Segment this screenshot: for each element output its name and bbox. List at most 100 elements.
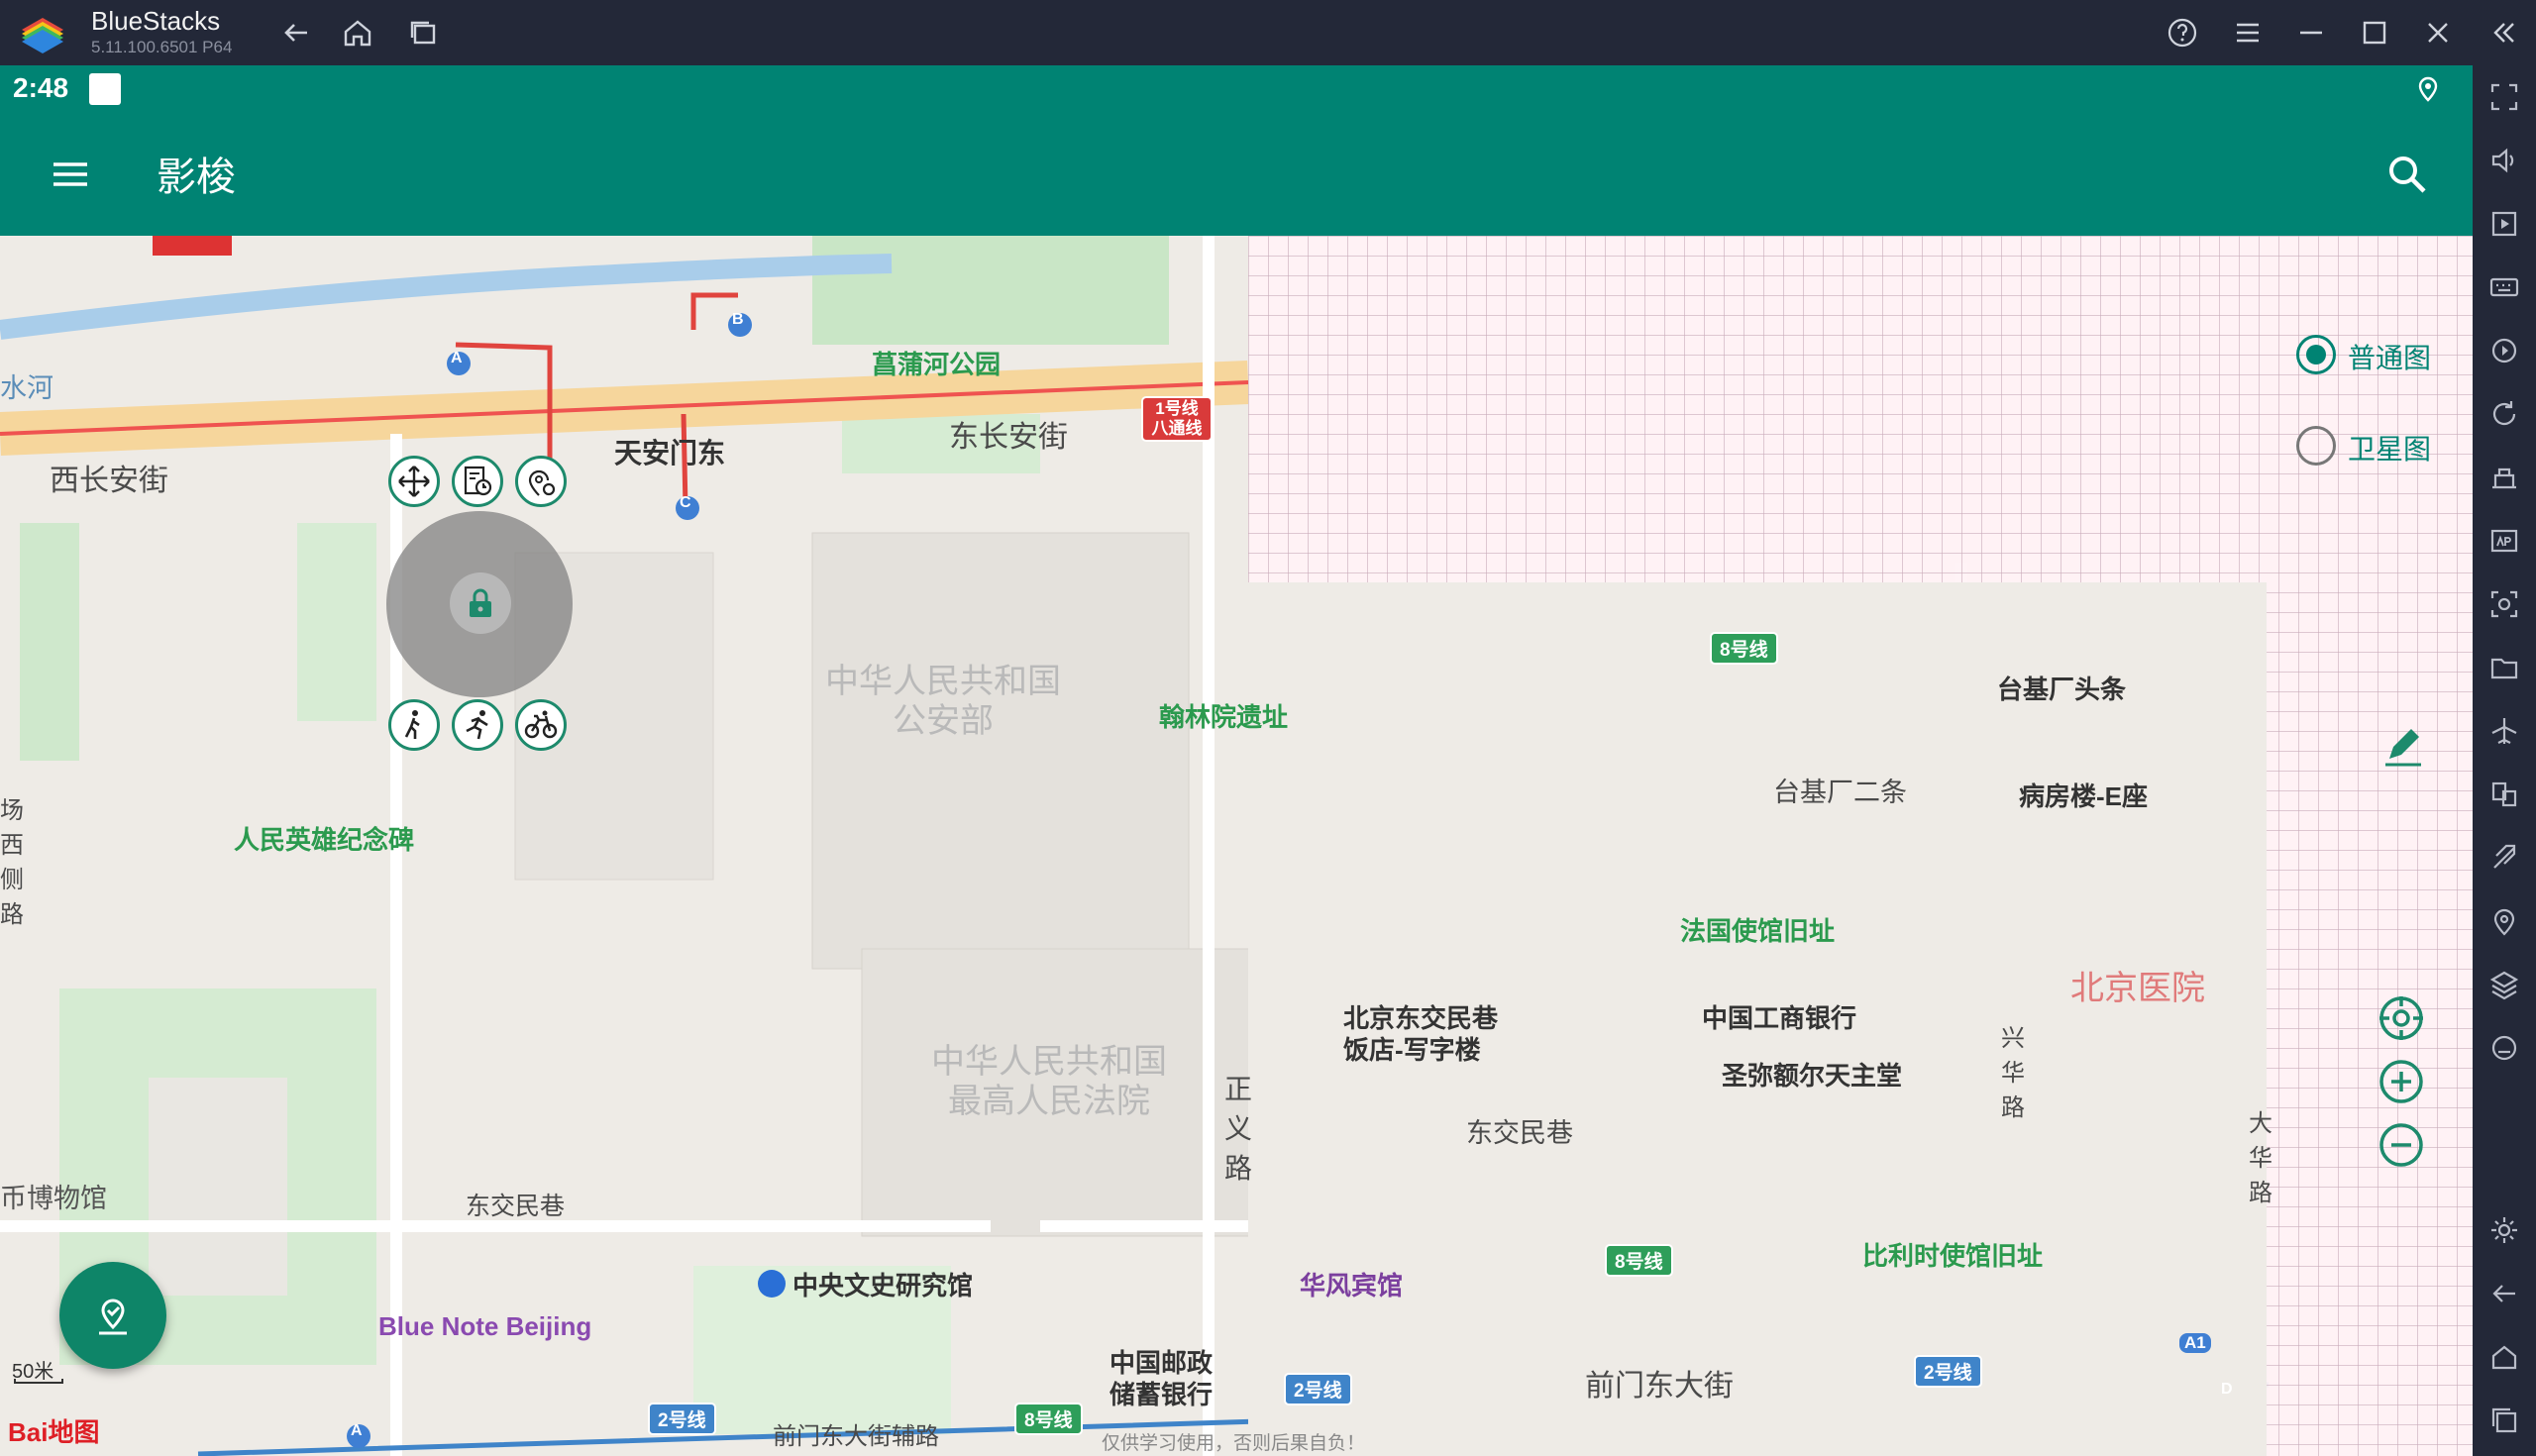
- zoom-out-icon[interactable]: [2378, 1121, 2425, 1169]
- poi-label[interactable]: 圣弥额尔天主堂: [1722, 1056, 1902, 1092]
- screen-record-icon[interactable]: [2488, 208, 2520, 240]
- game-controls-icon[interactable]: [2488, 1032, 2520, 1064]
- multi-window-icon[interactable]: [404, 14, 442, 52]
- metro-exit-label: A: [351, 1422, 363, 1439]
- fullscreen-icon[interactable]: [2488, 81, 2520, 113]
- edit-icon[interactable]: [2381, 725, 2425, 769]
- bluestacks-sidebar: [2473, 65, 2536, 1456]
- history-icon[interactable]: [452, 456, 503, 507]
- map-type-normal-label[interactable]: 普通图: [2348, 337, 2431, 376]
- poi-label[interactable]: 法国使馆旧址: [1680, 911, 1835, 948]
- metro-line-badge: 2号线: [1284, 1373, 1352, 1405]
- overlay-grid: [1248, 236, 2473, 1456]
- map-type-satellite-label[interactable]: 卫星图: [2348, 428, 2431, 468]
- walk-icon[interactable]: [388, 699, 440, 751]
- building-label: 中华人民共和国最高人民法院: [931, 1043, 1167, 1120]
- metro-line-badge: 8号线: [1710, 632, 1778, 665]
- folder-icon[interactable]: [2488, 652, 2520, 683]
- volume-icon[interactable]: [2488, 145, 2520, 176]
- app-title: 影梭: [157, 156, 236, 199]
- map-type-satellite-radio[interactable]: [2296, 426, 2336, 466]
- location-icon[interactable]: [2488, 905, 2520, 937]
- poi-label[interactable]: 中国工商银行: [1702, 998, 1856, 1035]
- poi-label[interactable]: 华风宾馆: [1300, 1266, 1403, 1302]
- layers-icon[interactable]: [2488, 969, 2520, 1000]
- close-icon[interactable]: [2419, 14, 2457, 52]
- lock-icon[interactable]: [464, 586, 497, 620]
- road-label: 台基厂二条: [1773, 778, 1907, 807]
- app-version: 5.11.100.6501 P64: [91, 38, 233, 56]
- collapse-sidebar-icon[interactable]: [2484, 14, 2522, 52]
- poi-label[interactable]: 中国邮政储蓄银行: [1110, 1347, 1218, 1410]
- rotate-icon[interactable]: [2488, 398, 2520, 430]
- settings-icon[interactable]: [2488, 1214, 2520, 1246]
- android-screen: 2:48 影梭 水河 西长安街 东长安街 天安门东 菖蒲河公园 1号线 八通线 …: [0, 65, 2473, 1456]
- water-label: 水河: [0, 373, 53, 403]
- poi-label[interactable]: 台基厂头条: [1997, 670, 2126, 706]
- home-icon[interactable]: [339, 14, 376, 52]
- fly-to-location-button[interactable]: [59, 1262, 166, 1369]
- keyboard-icon[interactable]: [2488, 271, 2520, 303]
- road-label: 东交民巷: [466, 1193, 566, 1220]
- app-bar: 影梭: [0, 113, 2473, 236]
- road-label: 前门东大街辅路: [773, 1423, 939, 1450]
- bluestacks-logo-icon: [22, 18, 63, 53]
- app-name: BlueStacks: [91, 6, 221, 36]
- poi-label[interactable]: 比利时使馆旧址: [1862, 1236, 2043, 1273]
- metro-line-badge: 2号线: [1914, 1355, 1982, 1388]
- metro-line-badge: 1号线 八通线: [1141, 396, 1213, 442]
- road-label: 正义路: [1224, 1074, 1253, 1184]
- back-icon[interactable]: [277, 14, 315, 52]
- metro-line-badge: 2号线: [648, 1403, 716, 1435]
- screenshot-icon[interactable]: [2488, 588, 2520, 620]
- performance-icon[interactable]: [2488, 462, 2520, 493]
- poi-label[interactable]: Blue Note Beijing: [378, 1311, 591, 1342]
- road-label: 东长安街: [949, 421, 1068, 454]
- eco-mode-icon[interactable]: [2488, 842, 2520, 874]
- location-status-icon: [2418, 76, 2438, 102]
- joystick[interactable]: [386, 511, 573, 697]
- joystick-knob[interactable]: [450, 572, 511, 634]
- poi-label[interactable]: 翰林院遗址: [1159, 697, 1288, 734]
- metro-exit-label: C: [680, 494, 691, 511]
- airplane-mode-icon[interactable]: [2488, 715, 2520, 747]
- help-icon[interactable]: [2164, 14, 2201, 52]
- apk-install-icon[interactable]: [2488, 525, 2520, 557]
- poi-label[interactable]: 中央文史研究馆: [792, 1266, 973, 1302]
- poi-label[interactable]: 菖蒲河公园: [872, 345, 1001, 381]
- move-icon[interactable]: [388, 456, 440, 507]
- road-label: 场西侧路: [0, 797, 24, 928]
- map-scale: 50米: [12, 1355, 63, 1384]
- search-icon[interactable]: [2383, 151, 2431, 198]
- run-icon[interactable]: [452, 699, 503, 751]
- scale-bar: [14, 1379, 63, 1384]
- metro-exit-label: B: [732, 311, 744, 328]
- bike-icon[interactable]: [515, 699, 567, 751]
- poi-label[interactable]: 人民英雄纪念碑: [234, 820, 414, 857]
- multi-instance-icon[interactable]: [2488, 779, 2520, 810]
- map-type-normal-radio[interactable]: [2296, 335, 2336, 374]
- android-home-icon[interactable]: [2488, 1341, 2520, 1373]
- poi-label[interactable]: 北京东交民巷饭店-写字楼: [1343, 1002, 1522, 1066]
- baidu-map-logo: Bai地图: [8, 1417, 100, 1447]
- map-view[interactable]: 水河 西长安街 东长安街 天安门东 菖蒲河公园 1号线 八通线 中华人民共和国公…: [0, 236, 2473, 1456]
- android-back-icon[interactable]: [2488, 1278, 2520, 1309]
- poi-label[interactable]: 病房楼-E座: [2019, 777, 2148, 813]
- metro-exit-label: A1: [2179, 1333, 2211, 1353]
- macro-icon[interactable]: [2488, 335, 2520, 366]
- location-settings-icon[interactable]: [515, 456, 567, 507]
- metro-line-badge: 8号线: [1014, 1403, 1083, 1435]
- menu-icon[interactable]: [2229, 14, 2267, 52]
- road-label: 兴华路: [2001, 1025, 2025, 1121]
- poi-label[interactable]: 币博物馆: [0, 1177, 107, 1215]
- metro-exit-label: D: [2221, 1381, 2233, 1398]
- metro-station-label[interactable]: 天安门东: [614, 432, 725, 471]
- map-pin-icon: [99, 1299, 127, 1335]
- disclaimer-text: 仅供学习使用，否则后果自负！: [1102, 1433, 1366, 1454]
- android-recents-icon[interactable]: [2488, 1404, 2520, 1436]
- zoom-in-icon[interactable]: [2378, 1058, 2425, 1105]
- hamburger-menu-icon[interactable]: [48, 155, 93, 194]
- maximize-icon[interactable]: [2356, 14, 2393, 52]
- locate-icon[interactable]: [2378, 994, 2425, 1042]
- minimize-icon[interactable]: [2292, 14, 2330, 52]
